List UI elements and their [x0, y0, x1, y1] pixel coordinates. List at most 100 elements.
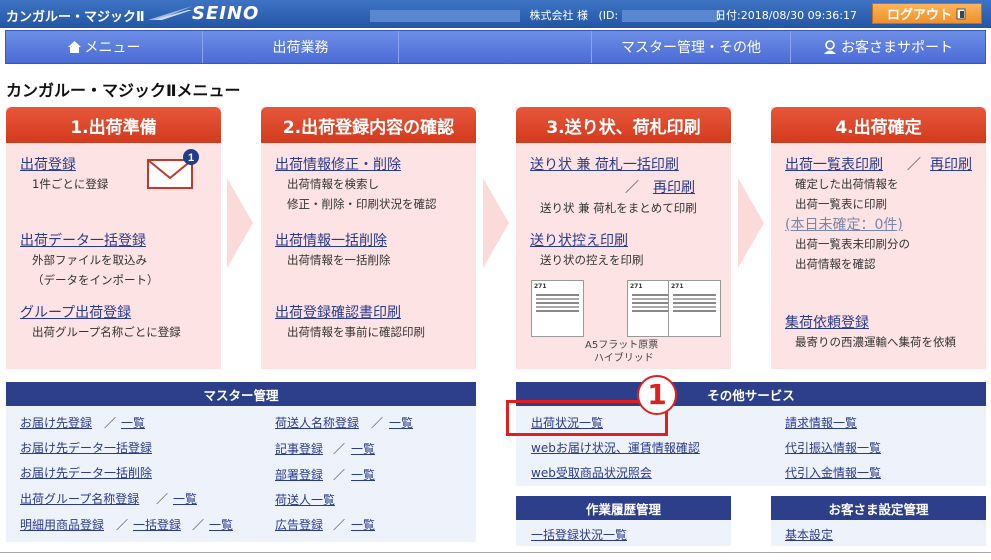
group-name-register-link[interactable]: 出荷グループ名称登録: [20, 490, 139, 507]
thumb-number: 271: [534, 283, 547, 290]
masked-user-id: [621, 10, 717, 22]
department-register-link[interactable]: 部署登録: [275, 466, 323, 483]
page-title: カンガルー・マジックⅡメニュー: [6, 81, 241, 100]
shipping-register-link[interactable]: 出荷登録: [20, 154, 76, 174]
finalize-desc2: 出荷一覧表に印刷: [795, 197, 887, 211]
support-person-icon: [824, 40, 836, 54]
bulk-delete-link[interactable]: 出荷情報一括削除: [275, 230, 387, 250]
finalize-desc1: 確定した出荷情報を: [795, 177, 899, 191]
ad-list-link[interactable]: 一覧: [351, 516, 375, 533]
delivery-bulk-delete-link[interactable]: お届け先データ一括削除: [20, 464, 152, 481]
bottom-divider: [0, 552, 991, 553]
bulk-delete-desc: 出荷情報を一括削除: [287, 253, 391, 267]
logout-door-icon: [956, 8, 966, 19]
item-register-link[interactable]: 明細用商品登録: [20, 516, 104, 533]
work-history-title: 作業履歴管理: [516, 496, 731, 520]
sep: ／: [116, 518, 129, 532]
nav-menu[interactable]: メニュー: [6, 31, 203, 63]
stage2-title: 2.出荷登録内容の確認: [261, 107, 476, 143]
date-time: 日付:2018/08/30 09:36:17: [715, 9, 858, 22]
ad-register-link[interactable]: 広告登録: [275, 516, 323, 533]
nav-menu-label: メニュー: [84, 40, 141, 56]
invoice-reprint-link[interactable]: 再印刷: [653, 177, 695, 197]
mail-badge-count: 1: [188, 152, 194, 164]
thumb-caption-a5: A5フラット原票: [585, 340, 659, 351]
main-nav: メニュー 出荷業務 マスター管理・その他 お客さまサポート: [5, 30, 986, 64]
sep: ／: [192, 518, 205, 532]
delivery-list-link[interactable]: 一覧: [121, 414, 145, 431]
cod-payment-list-link[interactable]: 代引入金情報一覧: [785, 464, 881, 481]
finalize-desc3: 出荷一覧表未印刷分の: [795, 237, 910, 251]
bulk-register-status-link[interactable]: 一括登録状況一覧: [531, 526, 627, 543]
article-list-link[interactable]: 一覧: [351, 440, 375, 457]
step-marker-1: 1: [637, 375, 677, 415]
delivery-bulk-register-link[interactable]: お届け先データ一括登録: [20, 439, 152, 456]
nav-shipping[interactable]: 出荷業務: [203, 31, 399, 63]
shipping-edit-delete-link[interactable]: 出荷情報修正・削除: [275, 154, 401, 174]
customer-settings-title: お客さま設定管理: [771, 496, 986, 520]
web-receiving-status-link[interactable]: web受取商品状況照会: [531, 464, 652, 481]
id-label: (ID:: [598, 9, 619, 22]
nav-support-label: お客さまサポート: [841, 40, 953, 56]
department-list-link[interactable]: 一覧: [351, 466, 375, 483]
sep: ／: [333, 442, 346, 456]
invoice-copy-desc: 送り状の控えを印刷: [540, 253, 644, 267]
seino-logo: SEINO: [192, 3, 260, 24]
sep: ／: [156, 492, 169, 506]
unconfirmed-count-link[interactable]: (本日未確定：0件): [785, 214, 903, 234]
group-name-list-link[interactable]: 一覧: [173, 490, 197, 507]
logout-button[interactable]: ログアウト: [872, 3, 982, 24]
confirm-print-link[interactable]: 出荷登録確認書印刷: [275, 302, 401, 322]
shipping-status-list-link[interactable]: 出荷状況一覧: [531, 414, 603, 431]
nav-shipping-label: 出荷業務: [272, 40, 329, 56]
shipping-register-desc: 1件ごとに登録: [32, 177, 109, 191]
sep: ／: [333, 518, 346, 532]
nav-master-label: マスター管理・その他: [621, 40, 761, 56]
invoice-thumbnail-a5: 271: [531, 280, 584, 337]
group-shipping-register-link[interactable]: グループ出荷登録: [20, 302, 131, 322]
invoice-bulk-print-link[interactable]: 送り状 兼 荷札一括印刷: [530, 154, 679, 174]
stage-arrow-2: [483, 178, 509, 268]
stage-arrow-1: [227, 178, 253, 268]
pickup-request-link[interactable]: 集荷依頼登録: [785, 312, 869, 332]
sep: ／: [371, 416, 384, 430]
nav-master[interactable]: マスター管理・その他: [591, 31, 791, 63]
cod-transfer-list-link[interactable]: 代引振込情報一覧: [785, 439, 881, 456]
delivery-register-link[interactable]: お届け先登録: [20, 414, 92, 431]
app-brand: カンガルー・マジックⅡ: [6, 10, 145, 25]
stage1-title: 1.出荷準備: [6, 107, 221, 143]
sender-name-register-link[interactable]: 荷送人名称登録: [275, 414, 359, 431]
edit-desc1: 出荷情報を検索し: [287, 177, 379, 191]
sender-name-list-link[interactable]: 一覧: [389, 414, 413, 431]
sep: ／: [104, 416, 117, 430]
stage-arrow-3: [738, 178, 764, 268]
user-info: 株式会社 様 (ID: ): [370, 7, 721, 23]
invoice-copy-print-link[interactable]: 送り状控え印刷: [530, 230, 628, 250]
stage3-title: 3.送り状、荷札印刷: [516, 107, 731, 143]
confirm-print-desc: 出荷情報を事前に確認印刷: [287, 325, 425, 339]
basic-settings-link[interactable]: 基本設定: [785, 526, 833, 543]
billing-info-list-link[interactable]: 請求情報一覧: [785, 414, 857, 431]
master-panel-title: マスター管理: [6, 382, 476, 406]
top-bar: カンガルー・マジックⅡ SEINO 株式会社 様 (ID: ) 日付:2018/…: [0, 0, 991, 28]
nav-support[interactable]: お客さまサポート: [791, 31, 985, 63]
seino-logo-swoosh-icon: [148, 6, 193, 20]
edit-desc2: 修正・削除・印刷状況を確認: [287, 197, 437, 211]
shipping-list-reprint-link[interactable]: 再印刷: [930, 154, 972, 174]
pickup-request-desc: 最寄りの西濃運輸へ集荷を依頼: [795, 335, 956, 349]
invoice-print-desc: 送り状 兼 荷札をまとめて印刷: [540, 201, 697, 215]
shipping-list-print-link[interactable]: 出荷一覧表印刷: [785, 154, 883, 174]
invoice-thumbnail-hybrid-2: 271: [668, 280, 721, 337]
item-list-link[interactable]: 一覧: [209, 516, 233, 533]
company-suffix: 株式会社 様: [529, 9, 589, 22]
sender-list-link[interactable]: 荷送人一覧: [275, 491, 335, 508]
article-register-link[interactable]: 記事登録: [275, 440, 323, 457]
bulk-shipping-register-link[interactable]: 出荷データ一括登録: [20, 230, 146, 250]
masked-company-name: [370, 10, 520, 22]
thumb-caption-hybrid: ハイブリッド: [594, 353, 654, 364]
group-register-desc: 出荷グループ名称ごとに登録: [32, 325, 181, 339]
item-bulk-register-link[interactable]: 一括登録: [133, 516, 181, 533]
web-delivery-status-link[interactable]: webお届け状況、運賃情報確認: [531, 439, 700, 456]
logout-label: ログアウト: [886, 8, 952, 23]
